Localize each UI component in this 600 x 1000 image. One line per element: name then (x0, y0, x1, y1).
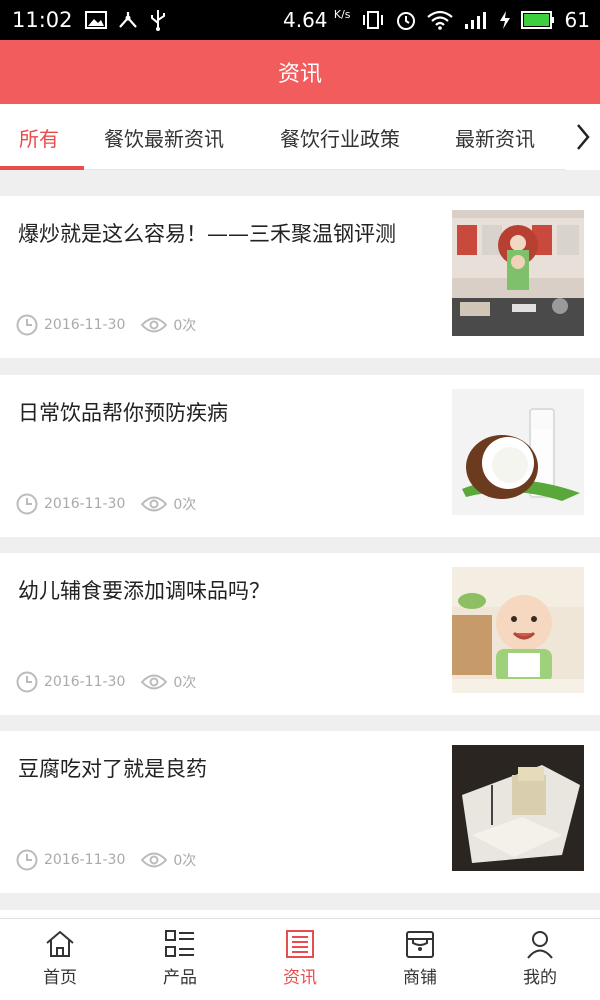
tab-latest-news[interactable]: 最新资讯 (455, 104, 535, 170)
article-views: 0次 (173, 675, 197, 691)
article-meta: 2016-11-30 0次 (16, 849, 212, 871)
eye-icon (141, 317, 168, 333)
eye-icon (141, 852, 168, 868)
image-icon (84, 11, 107, 29)
article-title: 日常饮品帮你预防疾病 (18, 401, 228, 425)
category-tabs: 所有 餐饮最新资讯 餐饮行业政策 最新资讯 (0, 104, 600, 170)
wifi-icon (426, 10, 453, 30)
signal-icon (464, 12, 486, 29)
user-icon (527, 931, 553, 959)
article-thumbnail-coconut-milk (452, 389, 584, 515)
vibrate-icon (362, 11, 383, 29)
article-thumbnail-chef-kitchen (452, 210, 584, 336)
article-item[interactable]: 爆炒就是这么容易！——三禾聚温钢评测 2016-11-30 0次 (0, 196, 600, 358)
article-date: 2016-11-30 (44, 674, 126, 690)
bottom-nav: 首页 产品 资讯 商铺 我的 (0, 918, 600, 1000)
tab-catering-news[interactable]: 餐饮最新资讯 (104, 104, 224, 170)
article-item-partial (0, 910, 600, 918)
tabs-next-button[interactable] (566, 104, 600, 170)
article-meta: 2016-11-30 0次 (16, 671, 212, 693)
chevron-right-icon (577, 124, 590, 150)
usb-icon (150, 10, 165, 31)
clock-icon (16, 314, 38, 336)
alarm-icon (396, 12, 415, 30)
article-item[interactable]: 豆腐吃对了就是良药 2016-11-30 0次 (0, 731, 600, 893)
network-speed: 4.64 K/s (283, 8, 351, 32)
article-views: 0次 (173, 497, 197, 513)
article-item[interactable]: 日常饮品帮你预防疾病 2016-11-30 0次 (0, 375, 600, 537)
clock-icon (16, 493, 38, 515)
share-icon (118, 12, 137, 28)
article-date: 2016-11-30 (44, 317, 126, 333)
status-time: 11:02 (12, 8, 73, 32)
article-date: 2016-11-30 (44, 852, 126, 868)
article-title: 幼儿辅食要添加调味品吗？ (18, 579, 270, 603)
battery-icon (520, 11, 554, 29)
article-meta: 2016-11-30 0次 (16, 493, 212, 515)
article-item[interactable]: 幼儿辅食要添加调味品吗？ 2016-11-30 0次 (0, 553, 600, 715)
home-icon (46, 930, 74, 957)
article-views: 0次 (173, 853, 197, 869)
list-icon (165, 930, 194, 957)
nav-home[interactable]: 首页 (0, 919, 120, 1000)
nav-news[interactable]: 资讯 (240, 919, 360, 1000)
news-icon (286, 930, 314, 958)
article-views: 0次 (173, 318, 197, 334)
status-bar: 11:02 4.64 K/s 61 (0, 0, 600, 40)
battery-level: 61 (564, 8, 590, 32)
active-tab-indicator (0, 166, 84, 170)
charging-icon (499, 11, 510, 29)
store-icon (406, 931, 434, 958)
eye-icon (141, 496, 168, 512)
nav-profile[interactable]: 我的 (480, 919, 600, 1000)
article-date: 2016-11-30 (44, 496, 126, 512)
nav-products[interactable]: 产品 (120, 919, 240, 1000)
article-thumbnail-tofu (452, 745, 584, 871)
page-header: 资讯 (0, 40, 600, 104)
clock-icon (16, 671, 38, 693)
clock-icon (16, 849, 38, 871)
article-thumbnail-baby (452, 567, 584, 693)
page-title: 资讯 (277, 62, 322, 87)
eye-icon (141, 674, 168, 690)
article-meta: 2016-11-30 0次 (16, 314, 212, 336)
tab-all[interactable]: 所有 (19, 104, 59, 170)
nav-store[interactable]: 商铺 (360, 919, 480, 1000)
article-title: 爆炒就是这么容易！——三禾聚温钢评测 (18, 222, 396, 246)
tab-industry-policy[interactable]: 餐饮行业政策 (280, 104, 400, 170)
article-title: 豆腐吃对了就是良药 (18, 757, 207, 781)
